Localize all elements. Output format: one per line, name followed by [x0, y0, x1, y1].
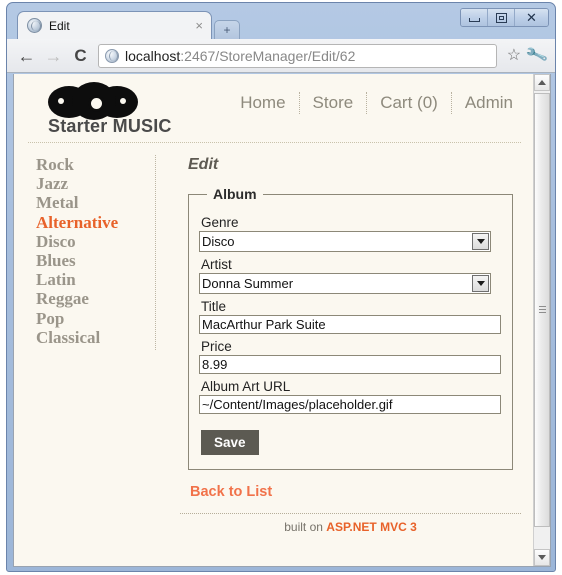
nav-link-admin[interactable]: Admin — [452, 92, 517, 114]
sidebar-item-blues[interactable]: Blues — [36, 251, 145, 270]
address-bar-text: localhost:2467/StoreManager/Edit/62 — [125, 48, 355, 64]
disc-center-icon — [72, 82, 116, 120]
field-price: Price — [199, 339, 502, 374]
sidebar-item-reggae[interactable]: Reggae — [36, 289, 145, 308]
field-genre: Genre Disco — [199, 215, 502, 252]
genre-select[interactable]: Disco — [199, 231, 491, 252]
artist-select[interactable]: Donna Summer — [199, 273, 491, 294]
address-bar[interactable]: localhost:2467/StoreManager/Edit/62 — [98, 43, 497, 68]
album-art-url-label: Album Art URL — [201, 379, 291, 394]
title-input[interactable] — [199, 315, 501, 334]
url-path: :2467/StoreManager/Edit/62 — [180, 47, 356, 64]
page-favicon-icon — [105, 48, 119, 63]
page-viewport: Starter MUSIC Home Store Cart (0) Admin … — [13, 74, 551, 567]
title-label: Title — [201, 299, 227, 314]
artist-select-wrap: Donna Summer — [199, 273, 491, 294]
back-button[interactable]: ← — [13, 42, 40, 70]
site-title: Starter MUSIC — [48, 116, 172, 136]
scrollbar-grip-icon — [538, 306, 546, 314]
nav-link-home[interactable]: Home — [227, 92, 300, 114]
sidebar-item-alternative[interactable]: Alternative — [36, 213, 145, 232]
sidebar-item-latin[interactable]: Latin — [36, 270, 145, 289]
page-scrollbar[interactable] — [533, 74, 550, 566]
tab-title: Edit — [49, 18, 70, 33]
field-title: Title — [199, 299, 502, 334]
vinyl-records-logo-icon[interactable] — [48, 82, 140, 120]
price-label: Price — [201, 339, 232, 354]
footer-prefix: built on — [284, 520, 327, 534]
browser-window: Edit × + ✕ ← → C localhost:2467/StoreMan… — [6, 2, 556, 572]
scrollbar-thumb[interactable] — [534, 93, 550, 527]
tab-strip: Edit × + — [17, 11, 240, 39]
page-title: Edit — [188, 156, 219, 173]
album-fieldset: Album Genre Disco Artist Donna Summer Ti… — [188, 186, 513, 470]
sidebar-item-rock[interactable]: Rock — [36, 155, 145, 174]
browser-tab-edit[interactable]: Edit × — [17, 11, 212, 39]
footer-text: built on ASP.NET MVC 3 — [180, 520, 521, 534]
minimize-icon — [468, 17, 480, 22]
save-button[interactable]: Save — [201, 430, 259, 455]
footer-divider — [180, 513, 521, 514]
main-navigation: Home Store Cart (0) Admin — [227, 92, 517, 114]
footer-link[interactable]: ASP.NET MVC 3 — [326, 520, 416, 534]
genre-label: Genre — [201, 215, 239, 230]
sidebar-item-classical[interactable]: Classical — [36, 328, 145, 347]
page-body: Rock Jazz Metal Alternative Disco Blues … — [28, 143, 521, 534]
new-tab-button[interactable]: + — [214, 20, 240, 39]
artist-label: Artist — [201, 257, 232, 272]
tab-favicon-icon — [27, 18, 42, 33]
main-content: Edit Album Genre Disco Artist Donna Summ… — [180, 156, 521, 534]
genre-select-wrap: Disco — [199, 231, 491, 252]
site-header: Starter MUSIC Home Store Cart (0) Admin — [28, 74, 521, 143]
window-controls: ✕ — [460, 8, 549, 27]
maximize-button[interactable] — [488, 9, 515, 26]
price-input[interactable] — [199, 355, 501, 374]
wrench-menu-icon[interactable]: 🔧 — [523, 44, 551, 67]
tab-close-icon[interactable]: × — [193, 19, 205, 32]
browser-titlebar: Edit × + ✕ — [7, 3, 555, 39]
sidebar-item-pop[interactable]: Pop — [36, 309, 145, 328]
album-fieldset-legend: Album — [213, 186, 257, 202]
genre-sidebar: Rock Jazz Metal Alternative Disco Blues … — [36, 155, 156, 350]
sidebar-item-disco[interactable]: Disco — [36, 232, 145, 251]
forward-button[interactable]: → — [40, 42, 67, 70]
album-art-url-input[interactable] — [199, 395, 501, 414]
minimize-button[interactable] — [461, 9, 488, 26]
close-icon: ✕ — [526, 10, 537, 25]
sidebar-item-jazz[interactable]: Jazz — [36, 174, 145, 193]
bookmark-star-icon[interactable]: ☆ — [503, 47, 525, 64]
web-page: Starter MUSIC Home Store Cart (0) Admin … — [14, 74, 535, 566]
browser-toolbar: ← → C localhost:2467/StoreManager/Edit/6… — [7, 39, 555, 73]
close-window-button[interactable]: ✕ — [515, 9, 548, 26]
nav-link-store[interactable]: Store — [300, 92, 368, 114]
scroll-up-button[interactable] — [534, 74, 550, 91]
reload-button[interactable]: C — [67, 42, 94, 70]
scroll-down-button[interactable] — [534, 549, 550, 566]
url-host: localhost — [125, 47, 181, 64]
triangle-down-icon — [538, 555, 546, 560]
field-album-art-url: Album Art URL — [199, 379, 502, 414]
maximize-icon — [495, 12, 507, 23]
triangle-up-icon — [538, 80, 546, 85]
field-artist: Artist Donna Summer — [199, 257, 502, 294]
back-to-list-link[interactable]: Back to List — [190, 484, 272, 500]
nav-link-cart[interactable]: Cart (0) — [367, 92, 452, 114]
album-edit-form: Album Genre Disco Artist Donna Summer Ti… — [180, 186, 521, 470]
sidebar-item-metal[interactable]: Metal — [36, 193, 145, 212]
